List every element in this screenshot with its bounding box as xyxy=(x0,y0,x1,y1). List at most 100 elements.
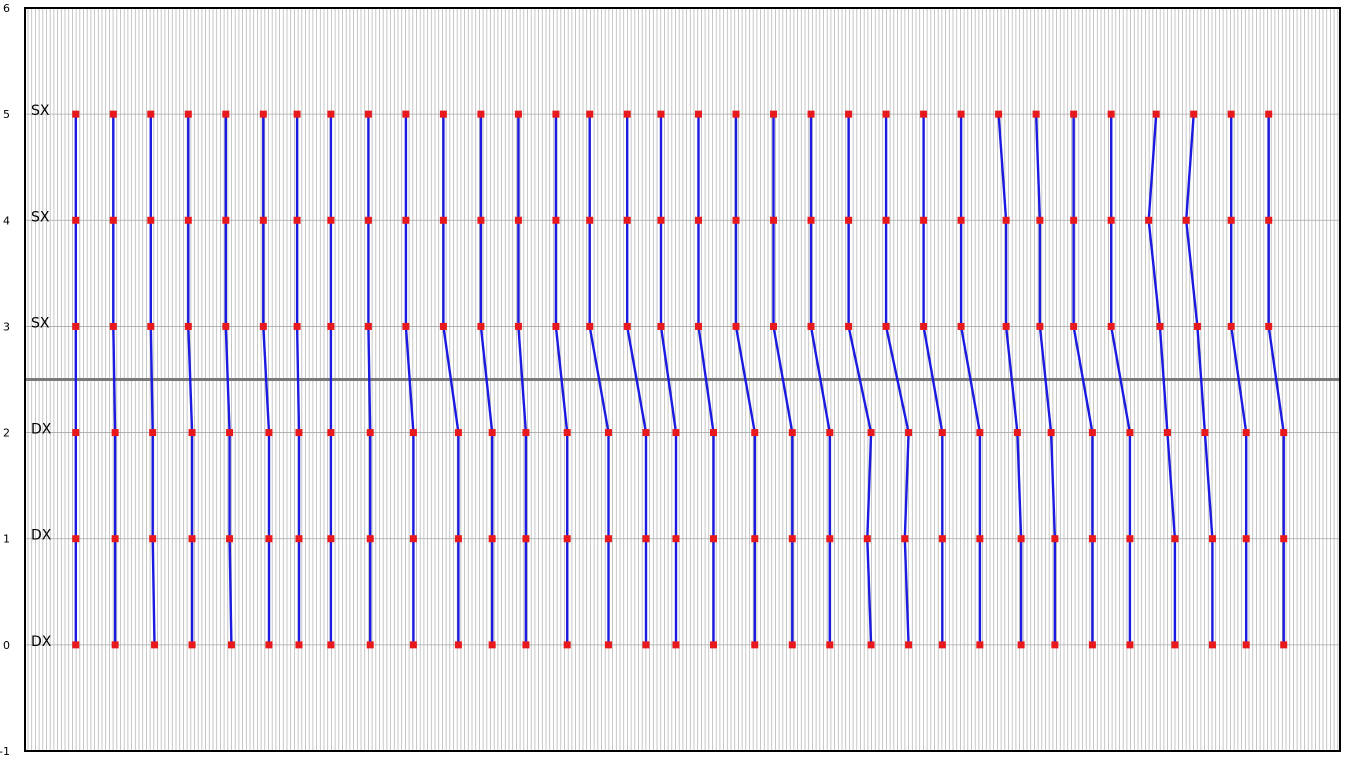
marker-14-3 xyxy=(552,322,560,330)
marker-23-5 xyxy=(901,535,909,543)
marker-4-6 xyxy=(188,641,196,649)
marker-33-1 xyxy=(1265,110,1273,118)
marker-13-3 xyxy=(514,322,522,330)
marker-3-2 xyxy=(147,216,155,224)
marker-19-4 xyxy=(751,429,759,437)
marker-11-2 xyxy=(439,216,447,224)
marker-9-2 xyxy=(364,216,372,224)
marker-1-3 xyxy=(72,322,80,330)
marker-4-1 xyxy=(184,110,192,118)
marker-17-5 xyxy=(672,535,680,543)
marker-10-2 xyxy=(402,216,410,224)
y-tick-label: 6 xyxy=(3,2,10,15)
marker-5-4 xyxy=(226,429,234,437)
y-tick-label: -1 xyxy=(0,745,10,758)
marker-10-4 xyxy=(409,429,417,437)
marker-5-3 xyxy=(222,322,230,330)
marker-29-5 xyxy=(1126,535,1134,543)
marker-28-5 xyxy=(1088,535,1096,543)
marker-11-5 xyxy=(454,535,462,543)
marker-6-3 xyxy=(259,322,267,330)
marker-2-5 xyxy=(111,535,119,543)
marker-26-1 xyxy=(995,110,1003,118)
marker-13-2 xyxy=(514,216,522,224)
marker-8-5 xyxy=(327,535,335,543)
marker-10-6 xyxy=(409,641,417,649)
marker-30-1 xyxy=(1152,110,1160,118)
marker-5-1 xyxy=(222,110,230,118)
marker-13-5 xyxy=(522,535,530,543)
row-label: SX xyxy=(31,103,50,119)
marker-27-6 xyxy=(1051,641,1059,649)
marker-9-3 xyxy=(364,322,372,330)
marker-9-6 xyxy=(366,641,374,649)
marker-20-6 xyxy=(788,641,796,649)
marker-14-6 xyxy=(563,641,571,649)
marker-5-5 xyxy=(226,535,234,543)
marker-14-2 xyxy=(552,216,560,224)
marker-6-4 xyxy=(265,429,273,437)
marker-6-2 xyxy=(259,216,267,224)
marker-22-6 xyxy=(867,641,875,649)
y-tick-label: 2 xyxy=(3,427,10,440)
marker-31-6 xyxy=(1208,641,1216,649)
marker-25-1 xyxy=(957,110,965,118)
row-label: DX xyxy=(31,422,52,438)
marker-9-1 xyxy=(364,110,372,118)
marker-30-4 xyxy=(1163,429,1171,437)
row-label: SX xyxy=(31,315,50,331)
marker-11-4 xyxy=(454,429,462,437)
y-axis-ticks: -1 0 1 2 3 4 5 6 xyxy=(0,2,10,758)
marker-16-1 xyxy=(623,110,631,118)
marker-9-4 xyxy=(366,429,374,437)
marker-15-6 xyxy=(604,641,612,649)
marker-17-6 xyxy=(672,641,680,649)
marker-15-1 xyxy=(586,110,594,118)
marker-15-2 xyxy=(586,216,594,224)
marker-30-5 xyxy=(1171,535,1179,543)
marker-7-6 xyxy=(295,641,303,649)
marker-31-2 xyxy=(1182,216,1190,224)
marker-25-2 xyxy=(957,216,965,224)
marker-21-6 xyxy=(826,641,834,649)
marker-20-1 xyxy=(770,110,778,118)
marker-29-2 xyxy=(1107,216,1115,224)
y-tick-label: 3 xyxy=(3,320,10,333)
marker-4-3 xyxy=(184,322,192,330)
marker-18-3 xyxy=(694,322,702,330)
marker-31-5 xyxy=(1208,535,1216,543)
marker-19-3 xyxy=(732,322,740,330)
marker-12-6 xyxy=(488,641,496,649)
marker-23-2 xyxy=(882,216,890,224)
marker-10-5 xyxy=(409,535,417,543)
marker-29-4 xyxy=(1126,429,1134,437)
marker-26-6 xyxy=(1017,641,1025,649)
y-tick-label: 4 xyxy=(3,214,10,227)
marker-17-4 xyxy=(672,429,680,437)
marker-19-6 xyxy=(751,641,759,649)
y-tick-label: 0 xyxy=(3,639,10,652)
marker-7-4 xyxy=(295,429,303,437)
marker-17-2 xyxy=(657,216,665,224)
marker-13-6 xyxy=(522,641,530,649)
marker-20-3 xyxy=(770,322,778,330)
marker-24-3 xyxy=(920,322,928,330)
marker-10-1 xyxy=(402,110,410,118)
marker-15-5 xyxy=(604,535,612,543)
marker-15-3 xyxy=(586,322,594,330)
marker-5-6 xyxy=(227,641,235,649)
marker-8-1 xyxy=(327,110,335,118)
marker-1-4 xyxy=(72,429,80,437)
marker-3-3 xyxy=(147,322,155,330)
marker-13-1 xyxy=(514,110,522,118)
marker-18-5 xyxy=(710,535,717,543)
marker-32-5 xyxy=(1242,535,1250,543)
marker-9-5 xyxy=(366,535,374,543)
marker-26-3 xyxy=(1002,322,1010,330)
marker-32-2 xyxy=(1227,216,1235,224)
y-tick-label: 5 xyxy=(3,108,10,121)
marker-2-1 xyxy=(109,110,117,118)
marker-10-3 xyxy=(402,322,410,330)
marker-32-6 xyxy=(1242,641,1250,649)
marker-4-4 xyxy=(188,429,196,437)
